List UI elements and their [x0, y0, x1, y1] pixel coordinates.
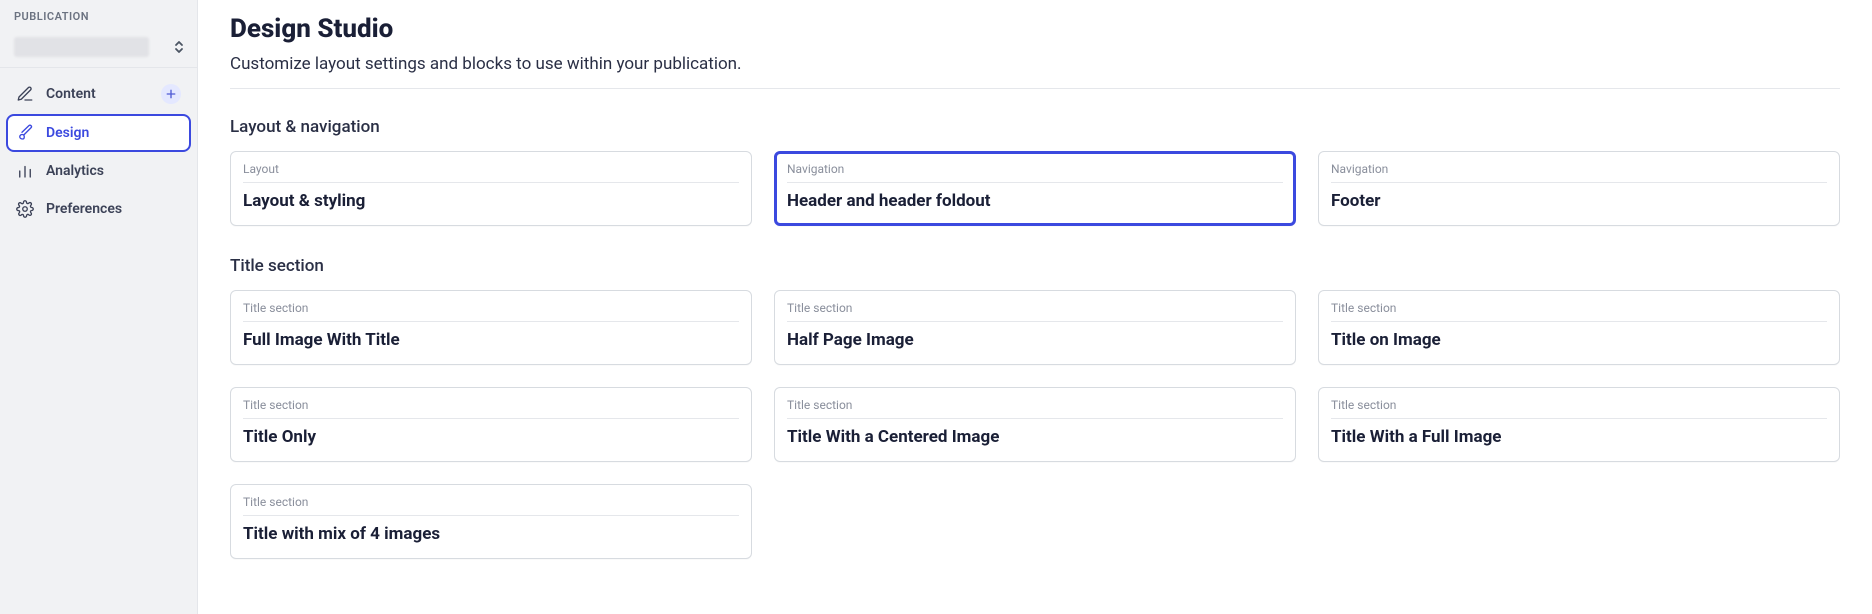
card-eyebrow: Title section — [1331, 301, 1827, 322]
card-grid-title-section: Title section Full Image With Title Titl… — [230, 290, 1840, 559]
card-title: Title on Image — [1331, 330, 1827, 350]
chevron-up-down-icon — [171, 39, 187, 55]
section-heading-layout-nav: Layout & navigation — [230, 117, 1840, 137]
card-title: Title With a Full Image — [1331, 427, 1827, 447]
card-title: Title With a Centered Image — [787, 427, 1283, 447]
card-title-centered-image[interactable]: Title section Title With a Centered Imag… — [774, 387, 1296, 462]
card-title: Layout & styling — [243, 191, 739, 211]
card-title: Full Image With Title — [243, 330, 739, 350]
sidebar-item-content[interactable]: Content — [6, 74, 191, 114]
card-half-page-image[interactable]: Title section Half Page Image — [774, 290, 1296, 365]
card-title: Header and header foldout — [787, 191, 1283, 211]
edit-icon — [16, 85, 34, 103]
publication-selector[interactable] — [0, 29, 197, 68]
card-full-image-with-title[interactable]: Title section Full Image With Title — [230, 290, 752, 365]
card-eyebrow: Title section — [787, 398, 1283, 419]
card-eyebrow: Title section — [243, 301, 739, 322]
sidebar-item-preferences[interactable]: Preferences — [6, 190, 191, 228]
card-eyebrow: Navigation — [787, 162, 1283, 183]
page-subtitle: Customize layout settings and blocks to … — [230, 54, 1840, 74]
sidebar-item-label: Preferences — [46, 201, 181, 217]
card-title: Footer — [1331, 191, 1827, 211]
divider — [230, 88, 1840, 89]
add-button[interactable] — [161, 84, 181, 104]
gear-icon — [16, 200, 34, 218]
sidebar-nav: Content Design Analytics Preferences — [0, 68, 197, 234]
sidebar-item-label: Content — [46, 86, 149, 102]
card-eyebrow: Title section — [1331, 398, 1827, 419]
card-title-full-image[interactable]: Title section Title With a Full Image — [1318, 387, 1840, 462]
card-eyebrow: Title section — [787, 301, 1283, 322]
card-eyebrow: Layout — [243, 162, 739, 183]
card-eyebrow: Navigation — [1331, 162, 1827, 183]
sidebar-item-design[interactable]: Design — [6, 114, 191, 152]
sidebar-section-label: PUBLICATION — [14, 10, 183, 23]
card-title: Title Only — [243, 427, 739, 447]
card-eyebrow: Title section — [243, 495, 739, 516]
section-heading-title-section: Title section — [230, 256, 1840, 276]
card-eyebrow: Title section — [243, 398, 739, 419]
main-content: Design Studio Customize layout settings … — [198, 0, 1872, 614]
plus-icon — [162, 88, 180, 100]
card-title-on-image[interactable]: Title section Title on Image — [1318, 290, 1840, 365]
card-title: Half Page Image — [787, 330, 1283, 350]
card-title-only[interactable]: Title section Title Only — [230, 387, 752, 462]
sidebar: PUBLICATION Content Design Analytics Pre… — [0, 0, 198, 614]
sidebar-item-label: Analytics — [46, 163, 181, 179]
card-title-mix-4-images[interactable]: Title section Title with mix of 4 images — [230, 484, 752, 559]
card-title: Title with mix of 4 images — [243, 524, 739, 544]
sidebar-item-analytics[interactable]: Analytics — [6, 152, 191, 190]
publication-name-placeholder — [14, 37, 149, 57]
sidebar-header: PUBLICATION — [0, 10, 197, 29]
card-layout-styling[interactable]: Layout Layout & styling — [230, 151, 752, 226]
card-grid-layout-nav: Layout Layout & styling Navigation Heade… — [230, 151, 1840, 226]
bar-chart-icon — [16, 162, 34, 180]
brush-icon — [16, 124, 34, 142]
sidebar-item-label: Design — [46, 125, 181, 141]
card-footer[interactable]: Navigation Footer — [1318, 151, 1840, 226]
page-title: Design Studio — [230, 14, 1840, 44]
card-header-foldout[interactable]: Navigation Header and header foldout — [774, 151, 1296, 226]
